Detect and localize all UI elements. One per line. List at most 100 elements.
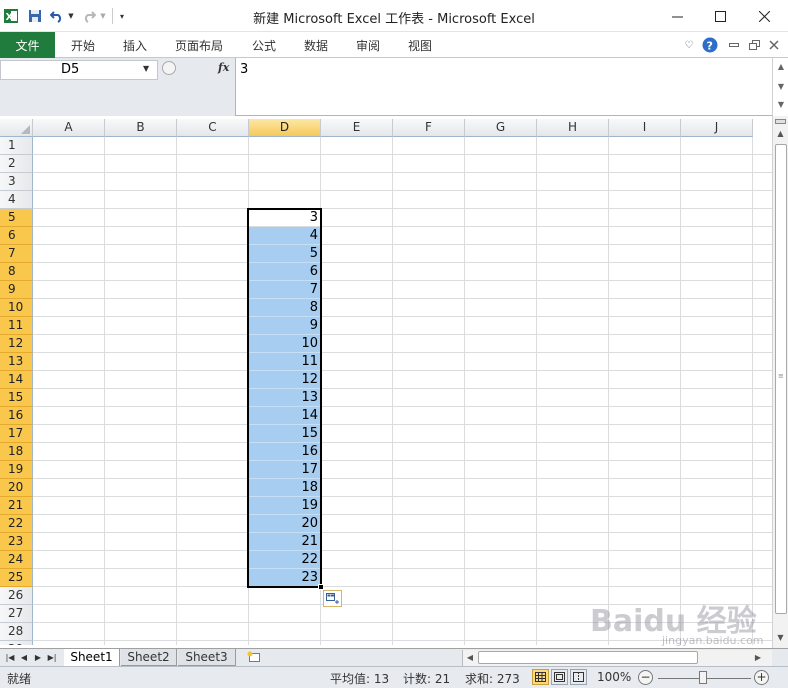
window-close-icon[interactable]: [766, 37, 782, 53]
row-header-6[interactable]: 6: [0, 227, 33, 245]
zoom-out-button[interactable]: −: [638, 670, 653, 685]
row-header-25[interactable]: 25: [0, 569, 33, 587]
row-header-1[interactable]: 1: [0, 137, 33, 155]
worksheet-grid[interactable]: ABCDEFGHIJ 1 2 3 4 5 6 7 8 9 10 11 12 13 14 15 16 17 18 19…: [0, 119, 772, 645]
cell-d6[interactable]: 4: [249, 227, 321, 245]
formula-scroll-up-icon[interactable]: ▲: [776, 62, 786, 72]
sheet-tab-sheet3[interactable]: Sheet3: [178, 649, 236, 666]
cell-d5[interactable]: 3: [249, 209, 321, 227]
collapse-ribbon-icon[interactable]: ♡: [681, 37, 697, 53]
insert-sheet-icon[interactable]: [245, 651, 263, 664]
vertical-scroll-thumb[interactable]: ≡: [775, 144, 787, 614]
cell-d21[interactable]: 19: [249, 497, 321, 515]
column-header-a[interactable]: A: [33, 119, 105, 137]
column-header-f[interactable]: F: [393, 119, 465, 137]
cell-d15[interactable]: 13: [249, 389, 321, 407]
row-header-4[interactable]: 4: [0, 191, 33, 209]
tab-data[interactable]: 数据: [304, 32, 328, 58]
scroll-right-icon[interactable]: ▶: [751, 651, 765, 665]
cell-d11[interactable]: 9: [249, 317, 321, 335]
status-average[interactable]: 平均值: 13: [330, 670, 389, 687]
column-header-i[interactable]: I: [609, 119, 681, 137]
row-header-29[interactable]: 29: [0, 641, 33, 645]
maximize-icon[interactable]: [698, 0, 742, 32]
redo-dropdown-icon[interactable]: ▼: [98, 6, 108, 26]
scroll-up-icon[interactable]: ▲: [773, 127, 788, 141]
tab-review[interactable]: 审阅: [356, 32, 380, 58]
row-header-8[interactable]: 8: [0, 263, 33, 281]
cell-d24[interactable]: 22: [249, 551, 321, 569]
first-sheet-icon[interactable]: |◀: [4, 651, 16, 665]
close-icon[interactable]: [742, 0, 786, 32]
zoom-slider-thumb[interactable]: [699, 671, 707, 684]
row-header-21[interactable]: 21: [0, 497, 33, 515]
horizontal-scroll-thumb[interactable]: [478, 651, 698, 664]
formula-expand-icon[interactable]: ▼: [776, 100, 786, 110]
status-count[interactable]: 计数: 21: [403, 670, 450, 687]
row-header-9[interactable]: 9: [0, 281, 33, 299]
cell-d12[interactable]: 10: [249, 335, 321, 353]
customize-qat-icon[interactable]: ▾: [116, 6, 128, 26]
file-tab[interactable]: 文件: [0, 32, 55, 58]
row-header-20[interactable]: 20: [0, 479, 33, 497]
window-restore-icon[interactable]: [746, 37, 762, 53]
cell-d9[interactable]: 7: [249, 281, 321, 299]
cell-d18[interactable]: 16: [249, 443, 321, 461]
row-header-28[interactable]: 28: [0, 623, 33, 641]
cell-d13[interactable]: 11: [249, 353, 321, 371]
row-header-26[interactable]: 26: [0, 587, 33, 605]
vertical-scrollbar[interactable]: ▲ ≡ ▼: [772, 116, 788, 648]
cell-d16[interactable]: 14: [249, 407, 321, 425]
scroll-down-icon[interactable]: ▼: [773, 631, 788, 645]
row-header-3[interactable]: 3: [0, 173, 33, 191]
scroll-left-icon[interactable]: ◀: [463, 651, 477, 665]
column-header-j[interactable]: J: [681, 119, 753, 137]
row-header-2[interactable]: 2: [0, 155, 33, 173]
row-header-22[interactable]: 22: [0, 515, 33, 533]
cell-d19[interactable]: 17: [249, 461, 321, 479]
cell-d7[interactable]: 5: [249, 245, 321, 263]
cell-d23[interactable]: 21: [249, 533, 321, 551]
normal-view-button[interactable]: [532, 669, 549, 685]
row-header-13[interactable]: 13: [0, 353, 33, 371]
split-box[interactable]: [775, 119, 786, 124]
tab-view[interactable]: 视图: [408, 32, 432, 58]
row-header-10[interactable]: 10: [0, 299, 33, 317]
cell-d17[interactable]: 15: [249, 425, 321, 443]
column-header-e[interactable]: E: [321, 119, 393, 137]
insert-function-icon[interactable]: fx: [218, 61, 229, 74]
row-header-19[interactable]: 19: [0, 461, 33, 479]
row-header-27[interactable]: 27: [0, 605, 33, 623]
tab-page-layout[interactable]: 页面布局: [175, 32, 223, 58]
window-minimize-icon[interactable]: [726, 37, 742, 53]
page-layout-view-button[interactable]: [551, 669, 568, 685]
column-header-g[interactable]: G: [465, 119, 537, 137]
cell-d10[interactable]: 8: [249, 299, 321, 317]
cell-d8[interactable]: 6: [249, 263, 321, 281]
sheet-tab-sheet2[interactable]: Sheet2: [121, 649, 177, 666]
cell-d22[interactable]: 20: [249, 515, 321, 533]
excel-icon[interactable]: X: [2, 6, 20, 26]
name-box-dropdown-icon[interactable]: ▼: [143, 64, 149, 73]
row-header-12[interactable]: 12: [0, 335, 33, 353]
help-icon[interactable]: ?: [702, 37, 718, 53]
row-header-18[interactable]: 18: [0, 443, 33, 461]
horizontal-scrollbar[interactable]: ◀ ▶: [462, 650, 772, 666]
row-header-24[interactable]: 24: [0, 551, 33, 569]
formula-input[interactable]: 3: [240, 62, 248, 77]
redo-icon[interactable]: [80, 6, 98, 26]
sheet-tab-sheet1[interactable]: Sheet1: [64, 649, 120, 666]
row-header-11[interactable]: 11: [0, 317, 33, 335]
formula-scroll-down-icon[interactable]: ▼: [776, 82, 786, 92]
row-header-14[interactable]: 14: [0, 371, 33, 389]
status-sum[interactable]: 求和: 273: [465, 670, 520, 687]
row-header-15[interactable]: 15: [0, 389, 33, 407]
prev-sheet-icon[interactable]: ◀: [18, 651, 30, 665]
row-header-16[interactable]: 16: [0, 407, 33, 425]
tab-insert[interactable]: 插入: [123, 32, 147, 58]
row-header-5[interactable]: 5: [0, 209, 33, 227]
undo-dropdown-icon[interactable]: ▼: [66, 6, 76, 26]
tab-formulas[interactable]: 公式: [252, 32, 276, 58]
undo-icon[interactable]: [48, 6, 66, 26]
column-header-c[interactable]: C: [177, 119, 249, 137]
